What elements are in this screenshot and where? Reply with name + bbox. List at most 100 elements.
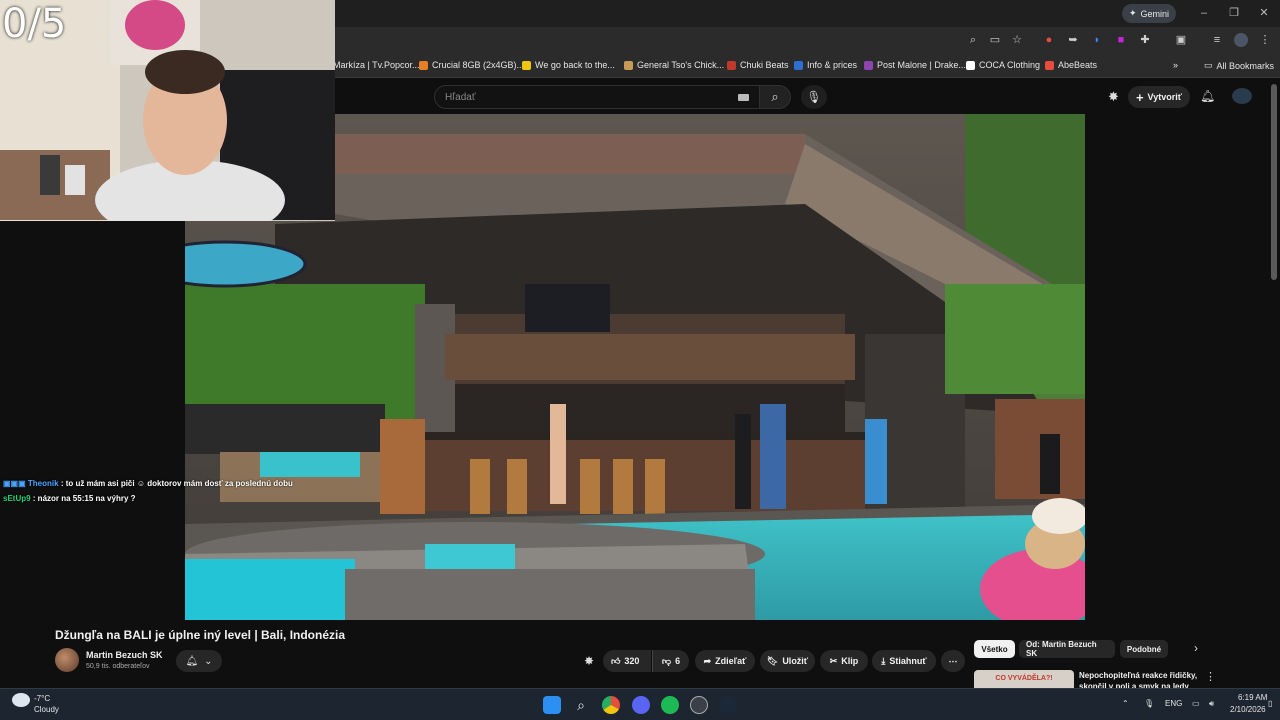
start-windows-icon[interactable] [543, 696, 561, 714]
sparkle-icon[interactable]: ✸ [1108, 89, 1119, 105]
search-icon[interactable]: ⌕ [572, 696, 590, 714]
chat-message: sEtUp9 : názor na 55:15 na výhry ? [3, 494, 136, 503]
zoom-icon[interactable]: ⌕ [966, 33, 980, 47]
download-button[interactable]: ⤓ Stiahnuť [872, 650, 936, 672]
account-avatar[interactable] [1232, 88, 1252, 104]
chat-text: doktorov mám dosť za poslednú dobu [147, 479, 293, 488]
thumbs-up-icon: 👍︎ [611, 655, 621, 666]
spotify-icon[interactable] [661, 696, 679, 714]
profile-avatar[interactable] [1234, 33, 1248, 47]
share-button[interactable]: ➦ Zdieľať [695, 650, 755, 672]
bookmark-favicon [1045, 60, 1054, 70]
keyboard-icon[interactable] [738, 94, 749, 101]
dislike-button[interactable]: 👎︎ 6 [652, 650, 689, 672]
chat-message: ▣▣▣ Theonik : to už mám asi piči ☺ dokto… [3, 479, 293, 488]
obs-icon[interactable] [690, 696, 708, 714]
voice-search-button[interactable]: 🎙 [801, 85, 827, 109]
language-indicator[interactable]: ENG [1165, 699, 1182, 708]
page-scrollbar[interactable] [1271, 84, 1277, 280]
search-icon: ⌕ [771, 89, 779, 104]
bookmark-favicon [966, 60, 975, 70]
menu-kebab-icon[interactable]: ⋮ [1258, 33, 1272, 47]
star-icon[interactable]: ☆ [1010, 33, 1024, 47]
bookmark-item[interactable]: General Tso's Chick... [624, 60, 724, 70]
channel-avatar[interactable] [55, 648, 79, 672]
bookmarks-overflow-icon[interactable]: » [1173, 60, 1178, 70]
bookmark-icon: 🔖︎ [766, 655, 779, 666]
bookmark-item[interactable]: Info & prices [794, 60, 857, 70]
chat-text: : názor na 55:15 na výhry ? [32, 494, 136, 503]
more-actions-icon[interactable]: ⋯ [941, 650, 965, 672]
close-icon[interactable]: ✕ [1257, 6, 1271, 20]
share-arrow-icon: ➦ [703, 655, 712, 666]
chrome-icon[interactable] [602, 696, 620, 714]
extension-purple-icon[interactable]: ■ [1114, 33, 1128, 47]
download-icon: ⤓ [881, 655, 886, 666]
clock-date[interactable]: 2/10/2026 [1230, 705, 1266, 714]
taskbar: -7°C Cloudy ⌕ [0, 688, 1280, 720]
recommended-title[interactable]: Nepochopiteľná reakce řidičky, skončil v… [1079, 670, 1199, 688]
cast-icon[interactable]: ▭ [988, 33, 1002, 47]
create-button[interactable]: + Vytvoriť [1128, 86, 1190, 108]
bookmark-item[interactable]: Chuki Beats [727, 60, 789, 70]
weather-description[interactable]: Cloudy [34, 705, 59, 714]
sparkle-icon[interactable]: ✸ [584, 654, 594, 668]
notifications-bell-icon[interactable]: 🔔︎ [1200, 89, 1215, 103]
extensions-puzzle-icon[interactable]: ✚ [1138, 33, 1152, 47]
like-button[interactable]: 👍︎ 320 [603, 650, 651, 672]
notification-center-icon[interactable]: ▯ [1268, 699, 1272, 708]
extension-wave-icon[interactable]: ◗ [1090, 33, 1104, 47]
bookmark-favicon [727, 60, 736, 70]
volume-icon[interactable]: 🔊︎ [1209, 699, 1214, 709]
subscription-bell-button[interactable]: 🔔︎ ⌄ [176, 650, 222, 672]
clock-time[interactable]: 6:19 AM [1238, 693, 1267, 702]
tray-overflow-icon[interactable]: ⌃ [1122, 699, 1129, 708]
chevron-right-icon[interactable]: › [1194, 641, 1198, 655]
counter-overlay: 0/5 [2, 1, 67, 47]
bookmark-item[interactable]: COCA Clothing [966, 60, 1040, 70]
subscriber-count: 50,9 tis. odberateľov [86, 663, 150, 670]
maximize-icon[interactable]: ❐ [1227, 6, 1241, 20]
bookmark-favicon [794, 60, 803, 70]
channel-name[interactable]: Martin Bezuch SK [86, 650, 163, 660]
minimize-icon[interactable]: – [1197, 6, 1211, 20]
chip-all[interactable]: Všetko [974, 640, 1015, 658]
all-bookmarks-button[interactable]: ▭ All Bookmarks [1204, 60, 1274, 71]
discord-icon[interactable] [632, 696, 650, 714]
save-button[interactable]: 🔖︎ Uložiť [760, 650, 815, 672]
extension-red-icon[interactable]: ● [1042, 33, 1056, 47]
steam-icon[interactable] [719, 696, 737, 714]
reading-list-icon[interactable]: ≡ [1210, 33, 1224, 47]
search-input[interactable]: Hľadať [434, 85, 760, 109]
sidebar-icon[interactable]: ▣ [1174, 33, 1188, 47]
bookmark-item[interactable]: AbeBeats [1045, 60, 1097, 70]
video-title: Džungľa na BALI je úplne iný level | Bal… [55, 628, 346, 642]
chat-username: Theonik [27, 479, 59, 488]
bookmark-item[interactable]: Crucial 8GB (2x4GB)... [419, 60, 524, 70]
search-button[interactable]: ⌕ [759, 85, 791, 109]
weather-cloud-icon[interactable] [12, 693, 30, 707]
recommended-thumbnail[interactable]: CO VYVÁDĚLA?! [974, 670, 1074, 688]
recommended-menu-icon[interactable]: ⋮ [1205, 670, 1216, 683]
webcam-overlay: 0/5 [0, 0, 335, 221]
bookmark-favicon [864, 60, 873, 70]
chat-username: sEtUp9 [3, 494, 31, 503]
emote-icon: ☺ [136, 479, 148, 488]
bookmark-item[interactable]: Post Malone | Drake... [864, 60, 966, 70]
weather-temperature[interactable]: -7°C [34, 694, 50, 703]
chip-from-channel[interactable]: Od: Martin Bezuch SK [1019, 640, 1115, 658]
extension-arrow-icon[interactable]: ➥ [1066, 33, 1080, 47]
clip-button[interactable]: ✂ Klip [820, 650, 868, 672]
network-icon[interactable]: ▭ [1192, 699, 1200, 708]
dislike-count: 6 [675, 656, 681, 666]
bookmark-favicon [419, 60, 428, 70]
chip-related[interactable]: Podobné [1120, 640, 1168, 658]
bookmark-item[interactable]: We go back to the... [522, 60, 615, 70]
gemini-button[interactable]: ✦ Gemini [1122, 4, 1176, 23]
bookmark-item[interactable]: Markíza | Tv.Popcor... [333, 60, 420, 70]
bookmark-favicon [624, 60, 633, 70]
gemini-label: Gemini [1140, 8, 1170, 19]
microphone-tray-icon[interactable]: 🎙 [1144, 699, 1154, 708]
chat-badges-icon: ▣▣▣ [3, 479, 28, 488]
thumbs-down-icon: 👎︎ [661, 655, 672, 666]
